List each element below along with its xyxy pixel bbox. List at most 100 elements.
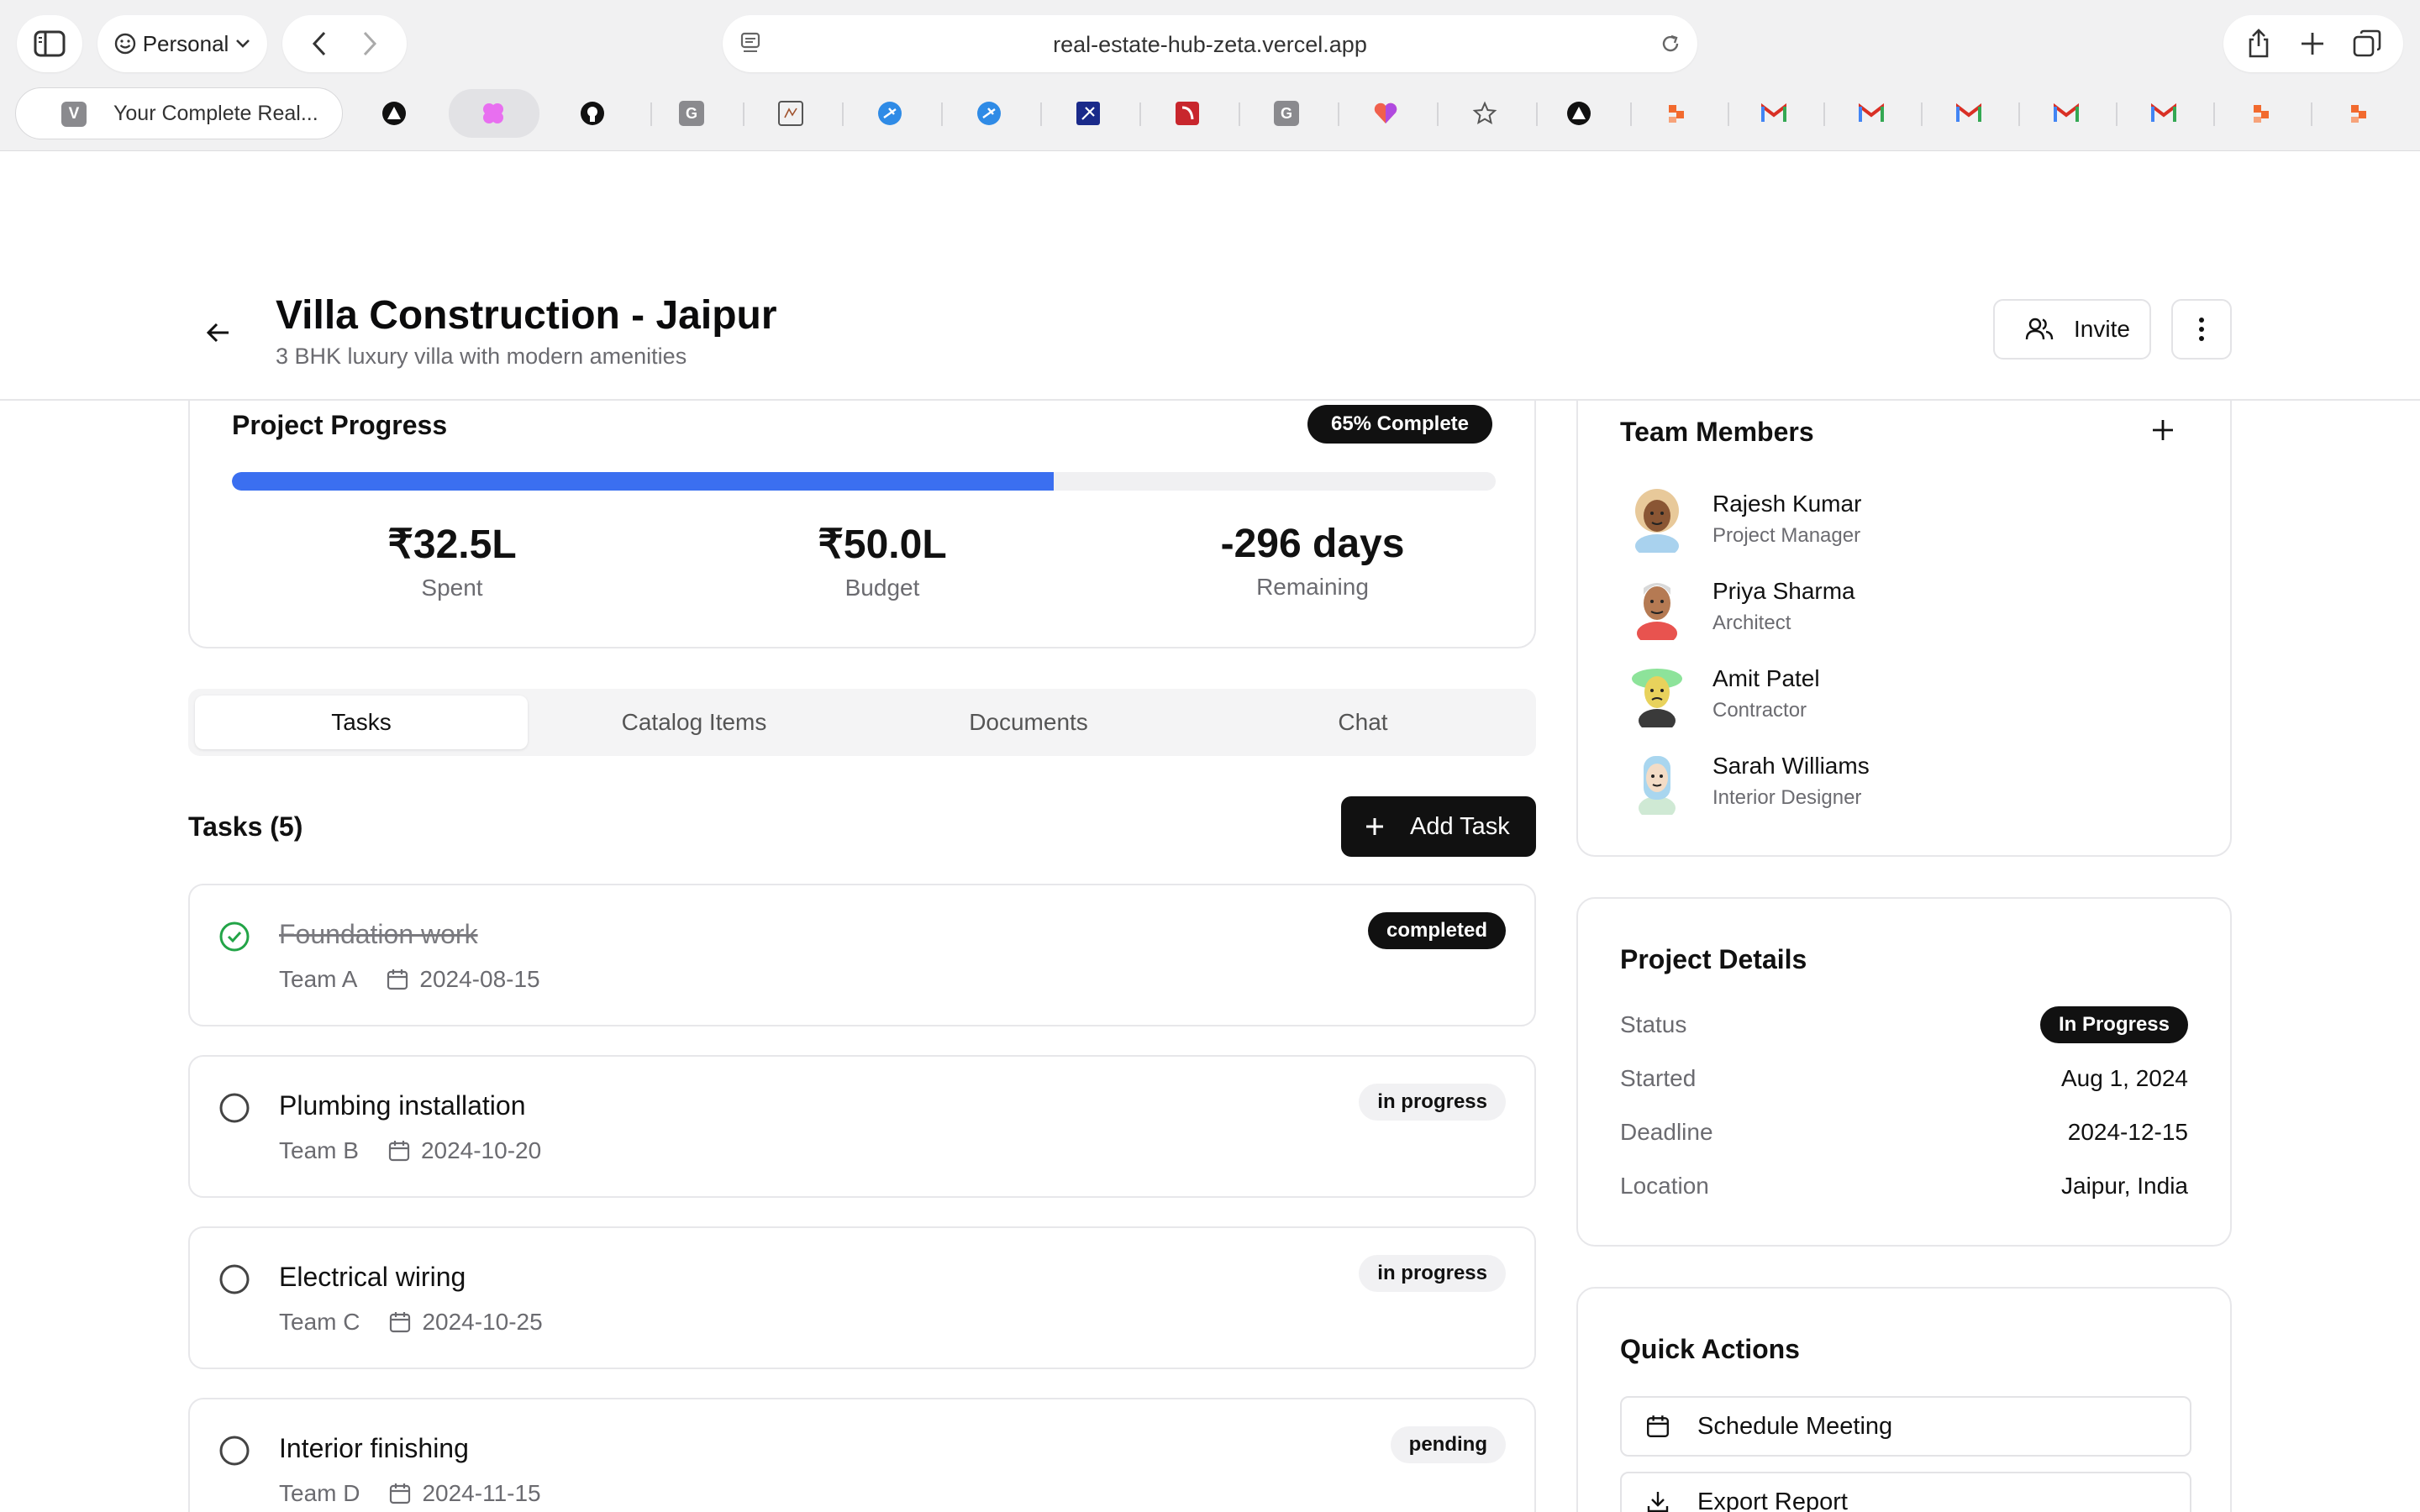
pinned-tab-heart-icon[interactable] xyxy=(1373,101,1398,126)
pinned-tab-triangle-icon-2[interactable] xyxy=(1566,101,1591,126)
pinned-tab-plane-icon[interactable] xyxy=(877,101,902,126)
profile-label: Personal xyxy=(142,30,229,56)
page-title: Villa Construction - Jaipur xyxy=(276,293,777,338)
avatar xyxy=(1639,756,1676,815)
team-member[interactable]: Sarah Williams Interior Designer xyxy=(1625,748,2129,823)
pinned-tab-github-icon[interactable] xyxy=(580,101,605,126)
task-meta: Team D 2024-11-15 xyxy=(279,1480,541,1507)
new-tab-icon[interactable] xyxy=(2300,31,2325,56)
task-date: 2024-08-15 xyxy=(419,966,540,992)
stat-spent: ₹32.5L Spent xyxy=(284,521,620,601)
calendar-icon xyxy=(387,969,408,990)
detail-label: Location xyxy=(1620,1173,1709,1199)
pinned-tab-blocks-icon[interactable] xyxy=(1664,101,1689,126)
tab-catalog-items[interactable]: Catalog Items xyxy=(528,696,860,749)
pinned-tab-flower-icon[interactable] xyxy=(481,101,506,126)
status-badge: pending xyxy=(1390,1426,1506,1463)
add-task-button[interactable]: Add Task xyxy=(1341,796,1536,857)
team-members-card: Team Members Rajesh Kumar Project Manage… xyxy=(1576,370,2232,857)
check-circle-icon[interactable] xyxy=(218,921,250,953)
tab-separator xyxy=(1239,102,1240,126)
task-date: 2024-11-15 xyxy=(422,1480,541,1506)
task-card[interactable]: Electrical wiring Team C 2024-10-25 in p… xyxy=(188,1226,1536,1369)
detail-row-started: Started Aug 1, 2024 xyxy=(1620,1060,2188,1097)
tab-tasks[interactable]: Tasks xyxy=(195,696,528,749)
team-member[interactable]: Priya Sharma Architect xyxy=(1625,573,2129,648)
stat-label: Budget xyxy=(844,575,920,601)
avatar xyxy=(1632,669,1682,727)
pinned-tab-triangle-icon[interactable] xyxy=(381,101,407,126)
tab-separator xyxy=(1536,102,1538,126)
export-report-button[interactable]: Export Report xyxy=(1620,1472,2191,1512)
forward-icon[interactable] xyxy=(360,30,379,57)
task-date: 2024-10-25 xyxy=(422,1309,543,1335)
schedule-meeting-label: Schedule Meeting xyxy=(1697,1412,1893,1440)
status-badge: In Progress xyxy=(2039,1006,2188,1043)
pinned-tab-gmail-icon-2[interactable] xyxy=(1859,101,1884,126)
empty-circle-icon[interactable] xyxy=(218,1263,250,1295)
pinned-tab-g-icon[interactable]: G xyxy=(679,101,704,126)
sidebar-toggle-button[interactable] xyxy=(17,15,82,72)
pinned-tab-gmail-icon-5[interactable] xyxy=(2151,101,2176,126)
tab-separator xyxy=(1823,102,1825,126)
address-bar[interactable]: real-estate-hub-zeta.vercel.app xyxy=(723,15,1697,72)
project-progress-card: Project Progress 65% Complete ₹32.5L Spe… xyxy=(188,370,1536,648)
pinned-tab-gmail-icon-3[interactable] xyxy=(1956,101,1981,126)
add-task-label: Add Task xyxy=(1410,812,1510,840)
task-meta: Team B 2024-10-20 xyxy=(279,1137,541,1164)
sidebar-icon xyxy=(34,30,66,57)
task-team: Team A xyxy=(279,966,358,992)
task-card[interactable]: Plumbing installation Team B 2024-10-20 … xyxy=(188,1055,1536,1198)
status-badge: in progress xyxy=(1359,1084,1506,1121)
share-icon[interactable] xyxy=(2245,28,2272,60)
tab-chat[interactable]: Chat xyxy=(1197,696,1529,749)
task-team: Team B xyxy=(279,1137,359,1163)
invite-button[interactable]: Invite xyxy=(1993,299,2151,360)
tab-separator xyxy=(1139,102,1141,126)
member-role: Architect xyxy=(1712,612,1791,634)
team-member[interactable]: Amit Patel Contractor xyxy=(1625,660,2129,736)
nav-buttons xyxy=(282,15,407,72)
reload-icon[interactable] xyxy=(1659,32,1682,55)
pinned-tab-plane-icon-2[interactable] xyxy=(976,101,1002,126)
active-tab[interactable]: V Your Complete Real... xyxy=(15,87,343,139)
member-role: Project Manager xyxy=(1712,524,1861,547)
progress-bar xyxy=(232,472,1496,491)
profile-button[interactable]: Personal xyxy=(97,15,267,72)
pinned-tab-blocks-icon-3[interactable] xyxy=(2346,101,2371,126)
task-card[interactable]: Interior finishing Team D 2024-11-15 pen… xyxy=(188,1398,1536,1512)
progress-title: Project Progress xyxy=(232,410,448,440)
back-icon[interactable] xyxy=(310,30,329,57)
member-name: Rajesh Kumar xyxy=(1712,491,1862,517)
more-options-button[interactable] xyxy=(2171,299,2232,360)
avatar xyxy=(1635,489,1679,553)
pinned-tab-flight-icon[interactable] xyxy=(1076,101,1101,126)
pinned-tab-gmail-icon-4[interactable] xyxy=(2054,101,2079,126)
page-header: Villa Construction - Jaipur 3 BHK luxury… xyxy=(0,151,2420,401)
url-text: real-estate-hub-zeta.vercel.app xyxy=(1053,32,1367,57)
stat-label: Spent xyxy=(421,575,483,601)
tab-bar: V Your Complete Real... G G xyxy=(0,87,2420,141)
team-member[interactable]: Rajesh Kumar Project Manager xyxy=(1625,486,2129,561)
empty-circle-icon[interactable] xyxy=(218,1092,250,1124)
tab-documents[interactable]: Documents xyxy=(862,696,1195,749)
tab-overview-icon[interactable] xyxy=(2353,29,2381,58)
empty-circle-icon[interactable] xyxy=(218,1435,250,1467)
tab-separator xyxy=(650,102,652,126)
pinned-tab-blocks-icon-2[interactable] xyxy=(2249,101,2274,126)
task-name: Plumbing installation xyxy=(279,1090,526,1121)
pinned-tab-sketch-icon[interactable] xyxy=(778,101,803,126)
detail-value: 2024-12-15 xyxy=(2067,1119,2188,1145)
add-member-plus-icon[interactable] xyxy=(2151,418,2175,442)
back-arrow-icon[interactable] xyxy=(202,316,235,349)
pinned-tab-star-icon[interactable] xyxy=(1472,101,1497,126)
pinned-tab-red-icon[interactable] xyxy=(1175,101,1200,126)
pinned-tab-g-icon-2[interactable]: G xyxy=(1274,101,1299,126)
pinned-tab-gmail-icon[interactable] xyxy=(1761,101,1786,126)
stat-value: ₹32.5L xyxy=(387,522,517,567)
detail-label: Status xyxy=(1620,1011,1687,1037)
detail-value: Jaipur, India xyxy=(2061,1173,2188,1199)
task-card[interactable]: Foundation work Team A 2024-08-15 comple… xyxy=(188,884,1536,1026)
tab-separator xyxy=(1437,102,1439,126)
schedule-meeting-button[interactable]: Schedule Meeting xyxy=(1620,1396,2191,1457)
